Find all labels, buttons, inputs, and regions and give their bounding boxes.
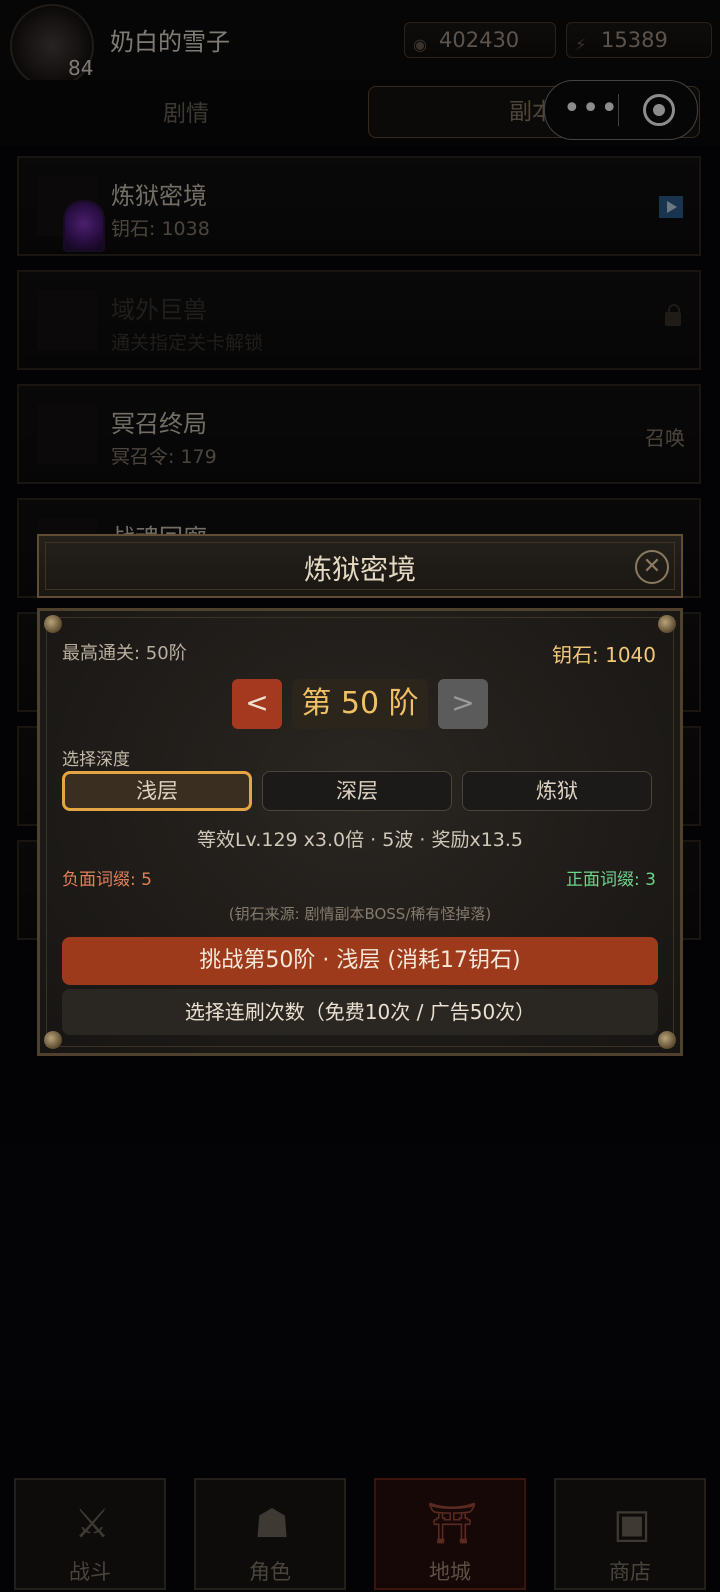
rivet-decoration <box>658 1031 676 1049</box>
next-stage-button[interactable]: > <box>438 679 488 729</box>
close-icon[interactable]: ✕ <box>635 550 669 584</box>
crossed-swords-icon: ⚔ <box>74 1501 110 1547</box>
nav-battle[interactable]: ⚔ 战斗 <box>14 1478 166 1590</box>
nav-character[interactable]: ☗ 角色 <box>194 1478 346 1590</box>
sweep-count-button[interactable]: 选择连刷次数（免费10次 / 广告50次） <box>62 989 658 1035</box>
stage-stats: 等效Lv.129 x3.0倍 · 5波 · 奖励x13.5 <box>196 829 524 851</box>
rivet-decoration <box>44 1031 62 1049</box>
rivet-decoration <box>658 615 676 633</box>
nav-shop[interactable]: ▣ 商店 <box>554 1478 706 1590</box>
character-helmet-icon: ☗ <box>254 1501 290 1547</box>
depth-purgatory-button[interactable]: 炼狱 <box>462 771 652 811</box>
challenge-button[interactable]: 挑战第50阶 · 浅层 (消耗17钥石) <box>62 937 658 985</box>
prev-stage-button[interactable]: < <box>232 679 282 729</box>
keystone-source-note: (钥石来源: 剧情副本BOSS/稀有怪掉落) <box>228 905 492 923</box>
depth-label: 选择深度 <box>62 750 130 770</box>
stage-display: 第 50 阶 <box>292 679 428 729</box>
depth-deep-button[interactable]: 深层 <box>262 771 452 811</box>
keystone-count: 钥石: 1040 <box>552 643 656 667</box>
positive-affix-count: 正面词缀: 3 <box>566 870 656 890</box>
depth-shallow-button[interactable]: 浅层 <box>62 771 252 811</box>
nav-label: 地城 <box>429 1560 471 1584</box>
nav-label: 商店 <box>609 1560 651 1584</box>
modal-title: 炼狱密境 <box>303 553 416 586</box>
nav-label: 角色 <box>249 1560 291 1584</box>
dungeon-gate-icon: ⛩ <box>426 1501 478 1547</box>
modal-panel: 最高通关: 50阶 钥石: 1040 < 第 50 阶 > 选择深度 浅层 深层… <box>37 608 683 1056</box>
negative-affix-count: 负面词缀: 5 <box>62 870 152 890</box>
treasure-chest-icon: ▣ <box>613 1501 651 1547</box>
nav-dungeon[interactable]: ⛩ 地城 <box>374 1478 526 1590</box>
rivet-decoration <box>44 615 62 633</box>
best-clear-text: 最高通关: 50阶 <box>62 643 187 664</box>
modal-header: 炼狱密境 ✕ <box>37 534 683 598</box>
nav-label: 战斗 <box>69 1560 111 1584</box>
